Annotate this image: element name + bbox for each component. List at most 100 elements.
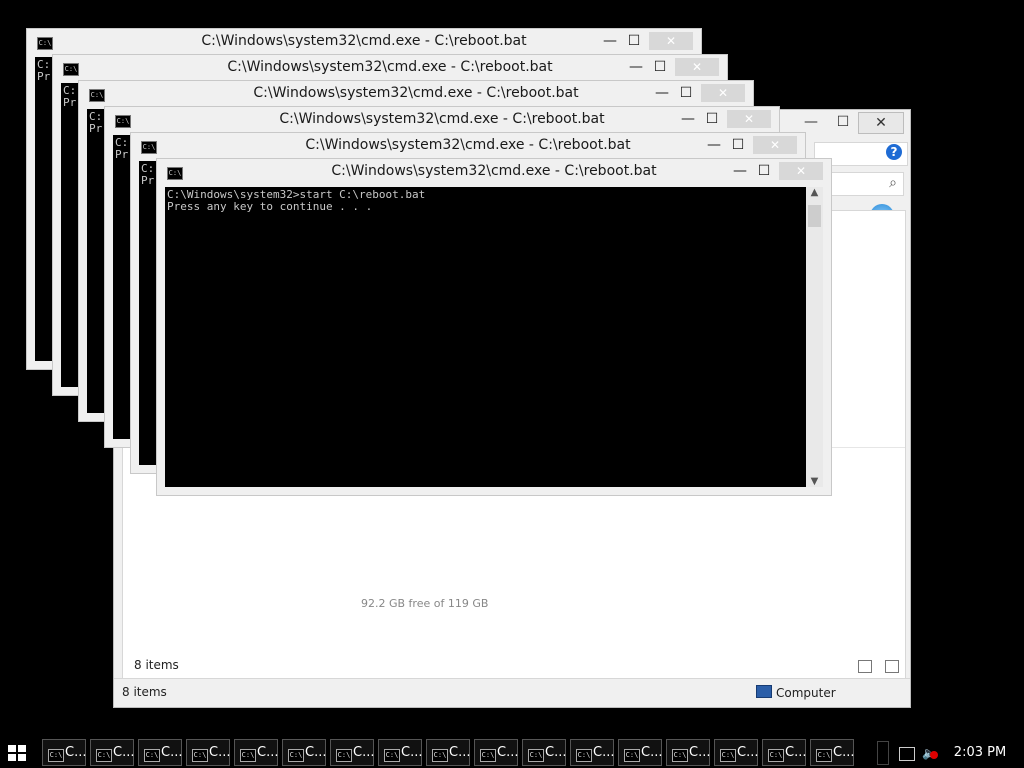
close-button[interactable]: ✕ [701,84,745,102]
maximize-button[interactable]: ☐ [753,163,775,179]
taskbar-item-label: C... [161,745,183,760]
cmd-icon: C:\ [336,749,352,762]
taskbar-cmd-item[interactable]: C:\ C... [714,739,758,766]
cmd-icon: C:\ [432,749,448,762]
status-location: Computer [756,685,836,700]
close-button[interactable]: ✕ [858,112,904,134]
maximize-button[interactable]: ☐ [701,111,723,127]
large-icons-view-icon[interactable] [885,660,900,673]
taskbar-item-label: C... [737,745,759,760]
vertical-scrollbar[interactable]: ▲ ▼ [806,187,823,487]
taskbar-cmd-item[interactable]: C:\ C... [762,739,806,766]
taskbar-cmd-item[interactable]: C:\ C... [282,739,326,766]
minimize-button[interactable]: — [677,111,699,127]
status-bar: 8 items Computer [114,678,910,707]
taskbar-cmd-item[interactable]: C:\ C... [666,739,710,766]
cmd-title-bar[interactable]: C:\ C:\Windows\system32\cmd.exe - C:\reb… [157,159,831,187]
taskbar-cmd-item[interactable]: C:\ C... [90,739,134,766]
taskbar-cmd-item[interactable]: C:\ C... [42,739,86,766]
cmd-icon: C:\ [384,749,400,762]
taskbar-item-label: C... [305,745,327,760]
network-icon[interactable] [899,747,915,761]
console-text: C:\Windows\system32>start C:\reboot.bat … [167,188,426,213]
taskbar-cmd-item[interactable]: C:\ C... [810,739,854,766]
details-view-icon[interactable] [858,660,872,673]
help-icon[interactable]: ? [886,144,902,160]
cmd-icon: C:\ [288,749,304,762]
windows-logo-icon [8,745,16,752]
cmd-icon: C:\ [48,749,64,762]
start-button[interactable] [8,745,28,763]
cmd-icon: C:\ [144,749,160,762]
cmd-icon: C:\ [672,749,688,762]
taskbar-cmd-item[interactable]: C:\ C... [234,739,278,766]
taskbar-item-label: C... [545,745,567,760]
taskbar-cmd-item[interactable]: C:\ C... [378,739,422,766]
minimize-button[interactable]: — [729,163,751,179]
taskbar-item-label: C... [209,745,231,760]
taskbar-item-label: C... [257,745,279,760]
taskbar-cmd-item[interactable]: C:\ C... [186,739,230,766]
scroll-up-arrow-icon[interactable]: ▲ [806,187,823,198]
taskbar-cmd-item[interactable]: C:\ C... [618,739,662,766]
cmd-window-front[interactable]: C:\ C:\Windows\system32\cmd.exe - C:\reb… [156,158,832,496]
taskbar-item-label: C... [593,745,615,760]
taskbar-item-label: C... [641,745,663,760]
cmd-icon: C:\ [576,749,592,762]
taskbar-cmd-item[interactable]: C:\ C... [138,739,182,766]
scroll-down-arrow-icon[interactable]: ▼ [806,476,823,487]
volume-muted-icon[interactable]: 🔈 [922,747,938,759]
cmd-title-bar[interactable]: C:\ C:\Windows\system32\cmd.exe - C:\reb… [79,81,753,109]
cmd-title-bar[interactable]: C:\ C:\Windows\system32\cmd.exe - C:\reb… [131,133,805,161]
maximize-button[interactable]: ☐ [649,59,671,75]
taskbar-cmd-item[interactable]: C:\ C... [522,739,566,766]
taskbar-item-label: C... [497,745,519,760]
taskbar-cmd-item[interactable]: C:\ C... [474,739,518,766]
minimize-button[interactable]: — [794,112,828,132]
taskbar: C:\ C... C:\ C... C:\ C... C:\ C... C:\ C... … [0,738,1024,768]
cmd-icon: C:\ [720,749,736,762]
cmd-icon: C:\ [96,749,112,762]
cmd-title-bar[interactable]: C:\ C:\Windows\system32\cmd.exe - C:\reb… [53,55,727,83]
close-button[interactable]: ✕ [779,162,823,180]
taskbar-item-label: C... [401,745,423,760]
cmd-icon: C:\ [768,749,784,762]
taskbar-cmd-item[interactable]: C:\ C... [570,739,614,766]
status-items-count: 8 items [122,685,167,699]
cmd-icon: C:\ [624,749,640,762]
console-output[interactable]: C:\Windows\system32>start C:\reboot.bat … [165,187,806,487]
minimize-button[interactable]: — [651,85,673,101]
cmd-icon: C:\ [528,749,544,762]
taskbar-item-label: C... [113,745,135,760]
cmd-icon: C:\ [816,749,832,762]
maximize-button[interactable]: ☐ [727,137,749,153]
close-button[interactable]: ✕ [675,58,719,76]
maximize-button[interactable]: ☐ [623,33,645,49]
close-button[interactable]: ✕ [649,32,693,50]
taskbar-item-label: C... [785,745,807,760]
minimize-button[interactable]: — [599,33,621,49]
maximize-button[interactable]: ☐ [675,85,697,101]
taskbar-clock[interactable]: 2:03 PM [950,745,1010,760]
taskbar-cmd-item[interactable]: C:\ C... [426,739,470,766]
close-button[interactable]: ✕ [753,136,797,154]
scroll-thumb[interactable] [808,205,821,227]
taskbar-item-label: C... [689,745,711,760]
taskbar-overflow-button[interactable] [877,741,889,765]
minimize-button[interactable]: — [625,59,647,75]
status-location-label: Computer [776,686,836,700]
search-icon: ⌕ [889,175,897,191]
taskbar-item-label: C... [833,745,855,760]
cmd-title-bar[interactable]: C:\ C:\Windows\system32\cmd.exe - C:\reb… [105,107,779,135]
maximize-button[interactable]: ☐ [826,112,860,132]
view-icons [858,658,907,677]
drive-free-space: 92.2 GB free of 119 GB [361,597,489,610]
minimize-button[interactable]: — [703,137,725,153]
taskbar-cmd-item[interactable]: C:\ C... [330,739,374,766]
taskbar-item-label: C... [353,745,375,760]
cmd-icon: C:\ [192,749,208,762]
taskbar-item-label: C... [449,745,471,760]
cmd-title-bar[interactable]: C:\ C:\Windows\system32\cmd.exe - C:\reb… [27,29,701,57]
close-button[interactable]: ✕ [727,110,771,128]
cmd-icon: C:\ [240,749,256,762]
